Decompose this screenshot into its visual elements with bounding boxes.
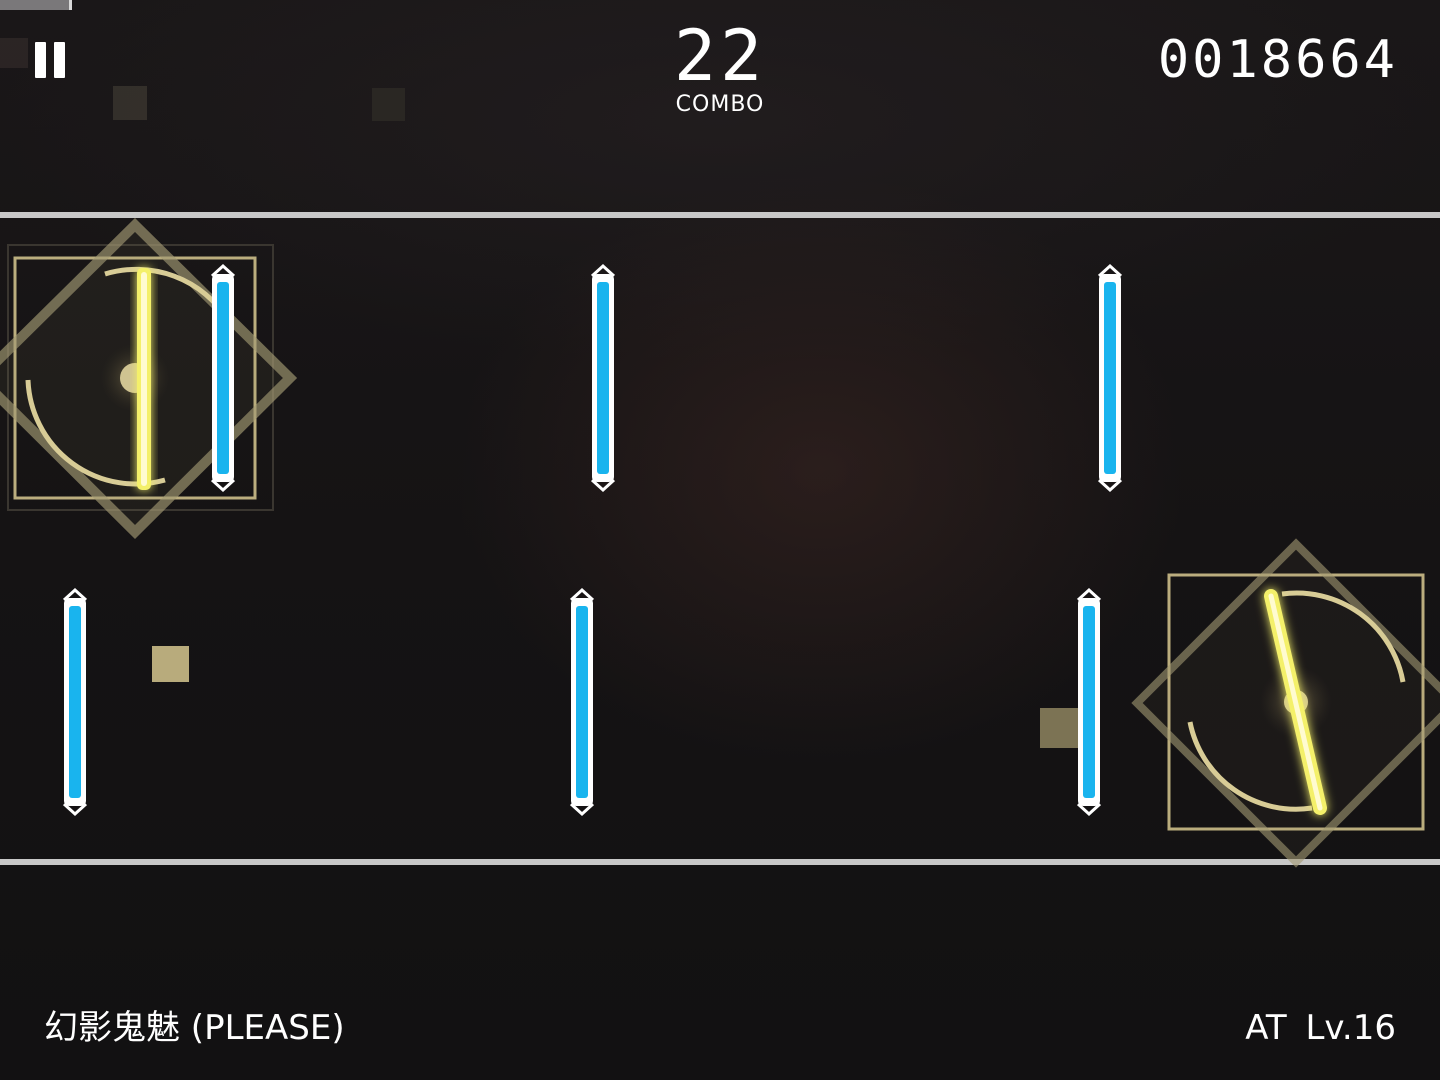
hit-judgement-effect bbox=[0, 217, 298, 540]
game-stage: 22 COMBO 0018664 幻影鬼魅 (PLEASE) AT Lv.16 bbox=[0, 0, 1440, 1080]
tap-note-core bbox=[576, 606, 588, 798]
hit-judgement-effect bbox=[1131, 538, 1440, 868]
song-title: 幻影鬼魅 (PLEASE) bbox=[44, 1008, 345, 1048]
judgement-line-bottom bbox=[0, 859, 1440, 865]
tap-notes bbox=[62, 263, 1123, 817]
particle-square bbox=[372, 88, 405, 121]
combo-count: 22 bbox=[673, 15, 767, 97]
score: 0018664 bbox=[1157, 30, 1398, 90]
pause-icon bbox=[35, 42, 46, 78]
pause-button[interactable] bbox=[30, 38, 74, 82]
tap-note-core bbox=[1104, 282, 1116, 474]
judgement-line-top bbox=[0, 212, 1440, 218]
combo-label: COMBO bbox=[675, 92, 765, 117]
pause-icon-bar bbox=[54, 42, 65, 78]
tap-note-core bbox=[69, 606, 81, 798]
particle-square bbox=[1040, 708, 1080, 748]
tap-note-core bbox=[217, 282, 229, 474]
particle-square bbox=[152, 646, 189, 682]
tap-note bbox=[1076, 587, 1102, 817]
particle-square bbox=[0, 38, 28, 68]
tap-note-core bbox=[597, 282, 609, 474]
particle-square bbox=[113, 86, 147, 120]
combo-display: 22 COMBO bbox=[620, 18, 820, 116]
play-field bbox=[0, 38, 1440, 868]
tap-note bbox=[569, 587, 595, 817]
tap-note bbox=[62, 587, 88, 817]
tap-note-core bbox=[1083, 606, 1095, 798]
tap-note bbox=[1097, 263, 1123, 493]
difficulty-level: AT Lv.16 bbox=[1245, 1008, 1396, 1048]
tap-note bbox=[210, 263, 236, 493]
tap-note bbox=[590, 263, 616, 493]
hit-effect-glow-bar-core bbox=[141, 272, 147, 486]
